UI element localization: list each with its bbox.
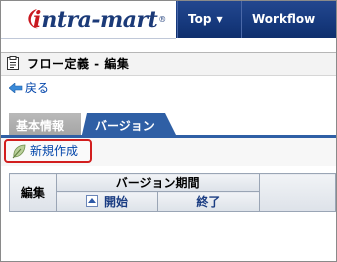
logo-swirl-icon bbox=[28, 9, 38, 29]
app-window: intra-mart® Top ▼ Workflow▼ フロー定義 - 編集 戻る… bbox=[0, 0, 337, 262]
version-table: 編集 バージョン期間 開始 終了 bbox=[9, 172, 336, 212]
logo-text: ntra-mart bbox=[41, 7, 158, 33]
leaf-icon bbox=[12, 144, 26, 159]
nav-menu-top[interactable]: Top ▼ bbox=[177, 1, 241, 38]
logo-registered-mark: ® bbox=[158, 15, 167, 24]
chevron-down-icon: ▼ bbox=[216, 15, 223, 24]
nav-menu-top-label: Top bbox=[188, 12, 212, 26]
back-arrow-icon bbox=[9, 83, 23, 93]
document-icon bbox=[7, 56, 19, 70]
column-header-end[interactable]: 終了 bbox=[157, 191, 260, 212]
nav-menu-workflow-label: Workflow bbox=[252, 12, 316, 26]
intra-mart-logo[interactable]: intra-mart® bbox=[28, 7, 167, 33]
column-header-edit: 編集 bbox=[9, 173, 57, 212]
back-link-label: 戻る bbox=[25, 81, 50, 95]
page-title: フロー定義 - 編集 bbox=[27, 57, 130, 71]
sort-ascending-icon bbox=[85, 195, 98, 208]
tab-version[interactable]: バージョン bbox=[81, 113, 181, 139]
tab-bar: 基本情報 バージョン bbox=[1, 109, 336, 139]
toolbar: 新規作成 bbox=[1, 138, 336, 166]
column-header-start-label: 開始 bbox=[103, 195, 128, 210]
column-header-extra bbox=[258, 173, 336, 212]
header-bar: intra-mart® Top ▼ Workflow▼ bbox=[1, 1, 336, 61]
new-version-button[interactable]: 新規作成 bbox=[4, 139, 92, 163]
nav-menu-workflow[interactable]: Workflow▼ bbox=[241, 1, 336, 61]
page-title-bar: フロー定義 - 編集 bbox=[1, 52, 336, 76]
logo-area: intra-mart® bbox=[1, 1, 176, 39]
tab-basic-info[interactable]: 基本情報 bbox=[9, 113, 81, 137]
new-version-label: 新規作成 bbox=[30, 144, 79, 158]
column-header-start[interactable]: 開始 bbox=[55, 191, 159, 212]
column-header-version-period: バージョン期間 bbox=[55, 172, 260, 193]
